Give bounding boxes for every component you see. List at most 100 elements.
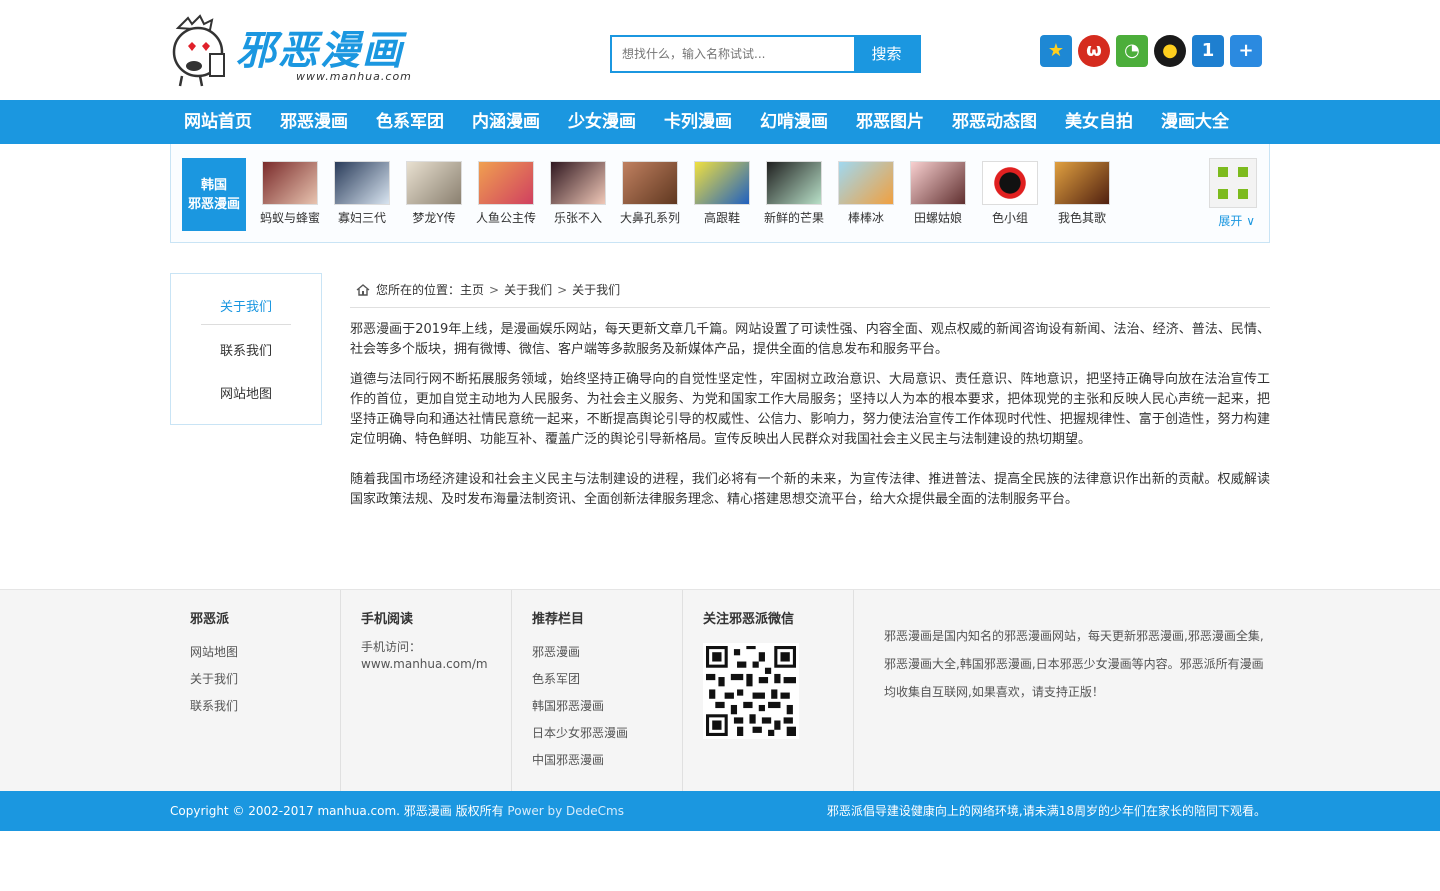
- thumb-image: [334, 161, 390, 205]
- footer-col-site: 邪恶派 网站地图 关于我们 联系我们: [170, 590, 341, 791]
- mobile-access-url[interactable]: www.manhua.com/m: [361, 656, 511, 673]
- thumb-item[interactable]: 高跟鞋: [686, 161, 758, 226]
- nav-item-color-corps[interactable]: 色系军团: [362, 100, 458, 144]
- nav-item-selfies[interactable]: 美女自拍: [1051, 100, 1147, 144]
- paragraph-1: 邪恶漫画于2019年上线，是漫画娱乐网站，每天更新文章几千篇。网站设置了可读性强…: [350, 322, 1270, 357]
- site-logo[interactable]: 邪恶漫画 www.manhua.com: [170, 14, 420, 88]
- footer-col-recommended: 推荐栏目 邪恶漫画 色系军团 韩国邪恶漫画 日本少女邪恶漫画 中国邪恶漫画: [512, 590, 683, 791]
- thumb-caption: 梦龙Y传: [412, 211, 456, 225]
- footer-link[interactable]: 邪恶漫画: [532, 639, 682, 666]
- thumb-image: [838, 161, 894, 205]
- footer-link-sitemap[interactable]: 网站地图: [190, 639, 340, 666]
- search-box: 搜索: [610, 35, 921, 73]
- thumb-caption: 寡妇三代: [337, 211, 386, 225]
- mobile-access-label: 手机访问：: [361, 640, 422, 654]
- footer-col-title: 邪恶派: [190, 612, 230, 627]
- thumb-caption: 棒棒冰: [847, 211, 884, 225]
- logo-url: www.manhua.com: [296, 70, 412, 83]
- nav-item-all-comics[interactable]: 漫画大全: [1147, 100, 1243, 144]
- plus-icon[interactable]: +: [1230, 35, 1262, 67]
- thumb-caption: 我色其歌: [1057, 211, 1106, 225]
- thumb-item[interactable]: 乐张不入: [542, 161, 614, 226]
- copyright: Copyright © 2002-2017 manhua.com. 邪恶漫画 版…: [170, 791, 624, 831]
- thumb-image: [622, 161, 678, 205]
- qq-icon[interactable]: ●: [1154, 35, 1186, 67]
- main-nav: 网站首页 邪恶漫画 色系军团 内涵漫画 少女漫画 卡列漫画 幻啃漫画 邪恶图片 …: [0, 100, 1440, 144]
- chevron-down-icon: ∨: [1246, 214, 1255, 228]
- article-content: 您所在的位置： 主页 > 关于我们 > 关于我们 邪恶漫画于2019年上线，是漫…: [350, 273, 1270, 510]
- nav-item-evil-comics[interactable]: 邪恶漫画: [266, 100, 362, 144]
- thumb-item[interactable]: 色小组: [974, 161, 1046, 226]
- thumb-image: [982, 161, 1038, 205]
- search-button[interactable]: 搜索: [854, 37, 919, 71]
- header: 邪恶漫画 www.manhua.com 搜索 ★ ω ◔ ● 1 +: [0, 0, 1440, 100]
- sidebar-item-contact[interactable]: 联系我们: [171, 340, 321, 359]
- thumb-image: [910, 161, 966, 205]
- bottom-bar: Copyright © 2002-2017 manhua.com. 邪恶漫画 版…: [0, 791, 1440, 831]
- thumb-item[interactable]: 寡妇三代: [326, 161, 398, 226]
- thumb-image: [766, 161, 822, 205]
- thumb-caption: 田螺姑娘: [913, 211, 962, 225]
- sidebar-item-sitemap[interactable]: 网站地图: [171, 383, 321, 402]
- nav-item-home[interactable]: 网站首页: [170, 100, 266, 144]
- thumb-list: 蚂蚁与蜂蜜 寡妇三代 梦龙Y传 人鱼公主传 乐张不入 大鼻孔系列 高跟鞋 新鲜的…: [254, 161, 1118, 226]
- nav-item-kalie[interactable]: 卡列漫画: [650, 100, 746, 144]
- thumb-caption: 大鼻孔系列: [619, 211, 680, 225]
- nav-item-girls[interactable]: 少女漫画: [554, 100, 650, 144]
- breadcrumb-current[interactable]: 关于我们: [572, 273, 620, 307]
- thumb-caption: 人鱼公主传: [475, 211, 536, 225]
- sidebar: 关于我们 联系我们 网站地图: [170, 273, 322, 425]
- thumb-item[interactable]: 大鼻孔系列: [614, 161, 686, 226]
- thumb-image: [694, 161, 750, 205]
- nav-item-huanken[interactable]: 幻啃漫画: [746, 100, 842, 144]
- weibo-icon[interactable]: ω: [1078, 35, 1110, 67]
- featured-strip: 韩国 邪恶漫画 蚂蚁与蜂蜜 寡妇三代 梦龙Y传 人鱼公主传 乐张不入 大鼻孔系列…: [170, 144, 1270, 243]
- logo-title: 邪恶漫画: [236, 27, 404, 74]
- footer-link-about[interactable]: 关于我们: [190, 666, 340, 693]
- footer-link[interactable]: 中国邪恶漫画: [532, 747, 682, 774]
- thumb-item[interactable]: 我色其歌: [1046, 161, 1118, 226]
- footer-link[interactable]: 色系军团: [532, 666, 682, 693]
- breadcrumb-separator: >: [489, 283, 500, 297]
- thumb-item[interactable]: 棒棒冰: [830, 161, 902, 226]
- sidebar-item-about[interactable]: 关于我们: [171, 296, 321, 315]
- paragraph-3: 随着我国市场经济建设和社会主义民主与法制建设的进程，我们必将有一个新的未来，为宣…: [350, 472, 1270, 507]
- footer-about-text: 邪恶漫画是国内知名的邪恶漫画网站，每天更新邪恶漫画,邪恶漫画全集,邪恶漫画大全,…: [884, 629, 1264, 699]
- breadcrumb: 您所在的位置： 主页 > 关于我们 > 关于我们: [350, 273, 1270, 308]
- thumb-caption: 高跟鞋: [703, 211, 740, 225]
- strip-category-tag[interactable]: 韩国 邪恶漫画: [182, 158, 246, 231]
- thumb-image: [262, 161, 318, 205]
- thumb-item[interactable]: 蚂蚁与蜂蜜: [254, 161, 326, 226]
- footer-link[interactable]: 日本少女邪恶漫画: [532, 720, 682, 747]
- search-input[interactable]: [612, 37, 856, 71]
- thumb-image: [478, 161, 534, 205]
- footer: 邪恶派 网站地图 关于我们 联系我们 手机阅读 手机访问： www.manhua…: [0, 589, 1440, 791]
- nav-item-evil-gifs[interactable]: 邪恶动态图: [938, 100, 1051, 144]
- thumb-item[interactable]: 人鱼公主传: [470, 161, 542, 226]
- nav-item-connotation[interactable]: 内涵漫画: [458, 100, 554, 144]
- wechat-icon[interactable]: ◔: [1116, 35, 1148, 67]
- nav-item-evil-pictures[interactable]: 邪恶图片: [842, 100, 938, 144]
- sidebar-divider: [201, 324, 291, 325]
- thumb-image: [406, 161, 462, 205]
- thumb-item[interactable]: 梦龙Y传: [398, 161, 470, 226]
- mascot-logo-icon: [172, 14, 225, 87]
- thumb-item[interactable]: 田螺姑娘: [902, 161, 974, 226]
- footer-link[interactable]: 韩国邪恶漫画: [532, 693, 682, 720]
- breadcrumb-separator: >: [557, 283, 568, 297]
- social-links: ★ ω ◔ ● 1 +: [1040, 35, 1262, 67]
- expand-toggle-icon[interactable]: [1209, 158, 1257, 208]
- paragraph-2: 道德与法同行网不断拓展服务领域，始终坚持正确导向的自觉性坚定性，牢固树立政治意识…: [350, 372, 1270, 447]
- powered-by-link[interactable]: Power by DedeCms: [507, 804, 624, 818]
- main-area: 关于我们 联系我们 网站地图 您所在的位置： 主页 > 关于我们 > 关于我们 …: [170, 243, 1270, 589]
- footer-link-contact[interactable]: 联系我们: [190, 693, 340, 720]
- breadcrumb-home[interactable]: 主页: [460, 273, 484, 307]
- breadcrumb-prefix: 您所在的位置：: [376, 283, 461, 297]
- thumb-item[interactable]: 新鲜的芒果: [758, 161, 830, 226]
- qzone-star-icon[interactable]: ★: [1040, 35, 1072, 67]
- thumb-caption: 蚂蚁与蜂蜜: [259, 211, 320, 225]
- breadcrumb-about[interactable]: 关于我们: [504, 273, 552, 307]
- thumb-caption: 乐张不入: [553, 211, 602, 225]
- expand-link[interactable]: 展开 ∨: [1218, 212, 1255, 229]
- one-icon[interactable]: 1: [1192, 35, 1224, 67]
